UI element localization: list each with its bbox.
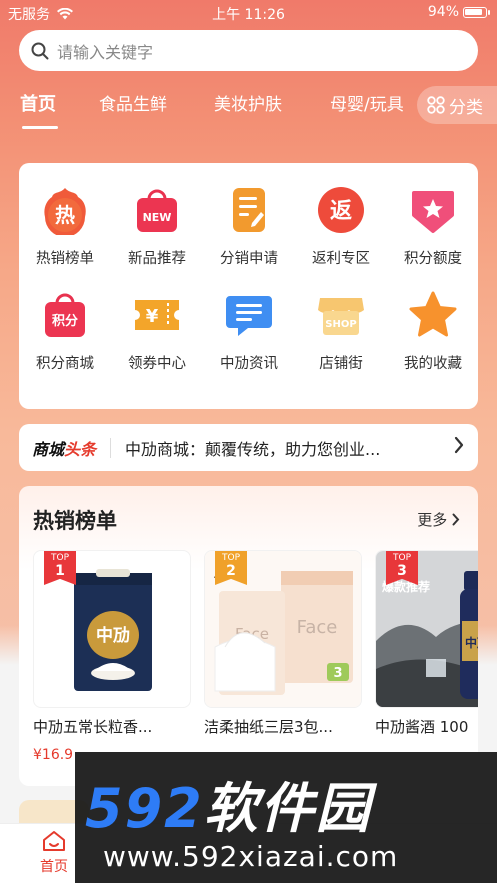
watermark-url: www.592xiazai.com: [103, 840, 399, 873]
hot-list-section: 热销榜单 更多 中劢 TOP 1 中劢五常长粒香... ¥16.9 Face 3…: [19, 486, 478, 786]
grid-icon: [427, 96, 445, 114]
battery-status: 94%: [428, 4, 490, 20]
category-button[interactable]: 分类: [417, 86, 497, 124]
product-image-tissue: 洁柔 Face 3 Face TOP 2: [204, 550, 362, 708]
coupon-icon: ¥: [132, 290, 182, 340]
tab-home[interactable]: 首页: [20, 90, 56, 116]
grid-item-news[interactable]: 中劢资讯: [203, 290, 295, 373]
svg-text:SHOP: SHOP: [325, 319, 356, 330]
application-form-icon: [224, 185, 274, 235]
grid-item-new-products[interactable]: NEW 新品推荐: [111, 185, 203, 268]
product-name: 洁柔抽纸三层3包...: [204, 718, 333, 736]
product-card[interactable]: 爆款推荐 中劢 TOP 3 中劢酱酒 100: [375, 550, 478, 737]
news-chat-icon: [224, 290, 274, 340]
more-link[interactable]: 更多: [417, 509, 460, 530]
search-placeholder: 请输入关键字: [57, 42, 154, 62]
svg-text:中劢: 中劢: [465, 635, 478, 650]
grid-item-favorites[interactable]: 我的收藏: [387, 290, 479, 373]
grid-item-hot-list[interactable]: 热 热销榜单: [19, 185, 111, 268]
hot-icon: 热: [40, 185, 90, 235]
rebate-icon: 返: [316, 185, 366, 235]
grid-item-points-mall[interactable]: 积分 积分商城: [19, 290, 111, 373]
new-bag-icon: NEW: [132, 185, 182, 235]
product-card[interactable]: 洁柔 Face 3 Face TOP 2 洁柔抽纸三层3包...: [204, 550, 362, 737]
product-image-liquor: 爆款推荐 中劢 TOP 3: [375, 550, 478, 708]
headline-brand: 商城头条: [32, 439, 97, 459]
svg-text:3: 3: [333, 666, 342, 681]
grid-item-points-quota[interactable]: 积分额度: [387, 185, 479, 268]
svg-text:NEW: NEW: [143, 211, 172, 224]
grid-item-rebate-zone[interactable]: 返 返利专区: [295, 185, 387, 268]
search-icon: [31, 42, 49, 59]
grid-item-shop-street[interactable]: SHOP 店铺街: [295, 290, 387, 373]
grid-item-coupon-center[interactable]: ¥ 领券中心: [111, 290, 203, 373]
chevron-right-icon: [454, 436, 464, 454]
tab-baby-toys[interactable]: 母婴/玩具: [330, 90, 404, 115]
headline-text: 中劢商城：颠覆传统，助力您创业...: [125, 439, 381, 459]
tab-beauty[interactable]: 美妆护肤: [214, 90, 282, 115]
product-name: 中劢五常长粒香...: [33, 718, 153, 736]
feature-grid: 热 热销榜单 NEW 新品推荐 分销申请 返 返利专区 积分额度 积分 积分商城…: [19, 163, 478, 409]
nav-home[interactable]: 首页: [40, 830, 68, 876]
product-card[interactable]: 中劢 TOP 1 中劢五常长粒香... ¥16.9: [33, 550, 191, 763]
svg-text:积分: 积分: [52, 313, 78, 329]
product-image-rice: 中劢 TOP 1: [33, 550, 191, 708]
tab-active-indicator: [22, 126, 58, 129]
home-icon: [43, 831, 65, 851]
points-bag-icon: 积分: [40, 290, 90, 340]
star-tag-icon: [408, 185, 458, 235]
svg-text:Face: Face: [297, 617, 338, 638]
grid-item-distribution-apply[interactable]: 分销申请: [203, 185, 295, 268]
watermark-overlay: 592软件园 www.592xiazai.com: [75, 752, 497, 883]
svg-text:¥: ¥: [146, 306, 159, 327]
battery-icon: [463, 6, 490, 18]
svg-text:中劢: 中劢: [96, 625, 130, 646]
tab-food[interactable]: 食品生鲜: [99, 90, 167, 115]
mall-headline-bar[interactable]: 商城头条 中劢商城：颠覆传统，助力您创业...: [19, 424, 478, 471]
shop-icon: SHOP: [316, 290, 366, 340]
search-bar[interactable]: 请输入关键字: [19, 30, 478, 71]
watermark-logo: 592软件园: [85, 777, 372, 840]
clock: 上午 11:26: [212, 7, 285, 23]
product-name: 中劢酱酒 100: [375, 718, 469, 736]
star-icon: [408, 290, 458, 340]
chevron-right-icon: [452, 513, 460, 526]
section-title: 热销榜单: [33, 509, 117, 533]
svg-text:热: 热: [55, 203, 75, 227]
svg-text:返: 返: [330, 199, 352, 224]
divider: [110, 437, 112, 458]
status-bar: 无服务 上午 11:26 94%: [0, 0, 497, 26]
